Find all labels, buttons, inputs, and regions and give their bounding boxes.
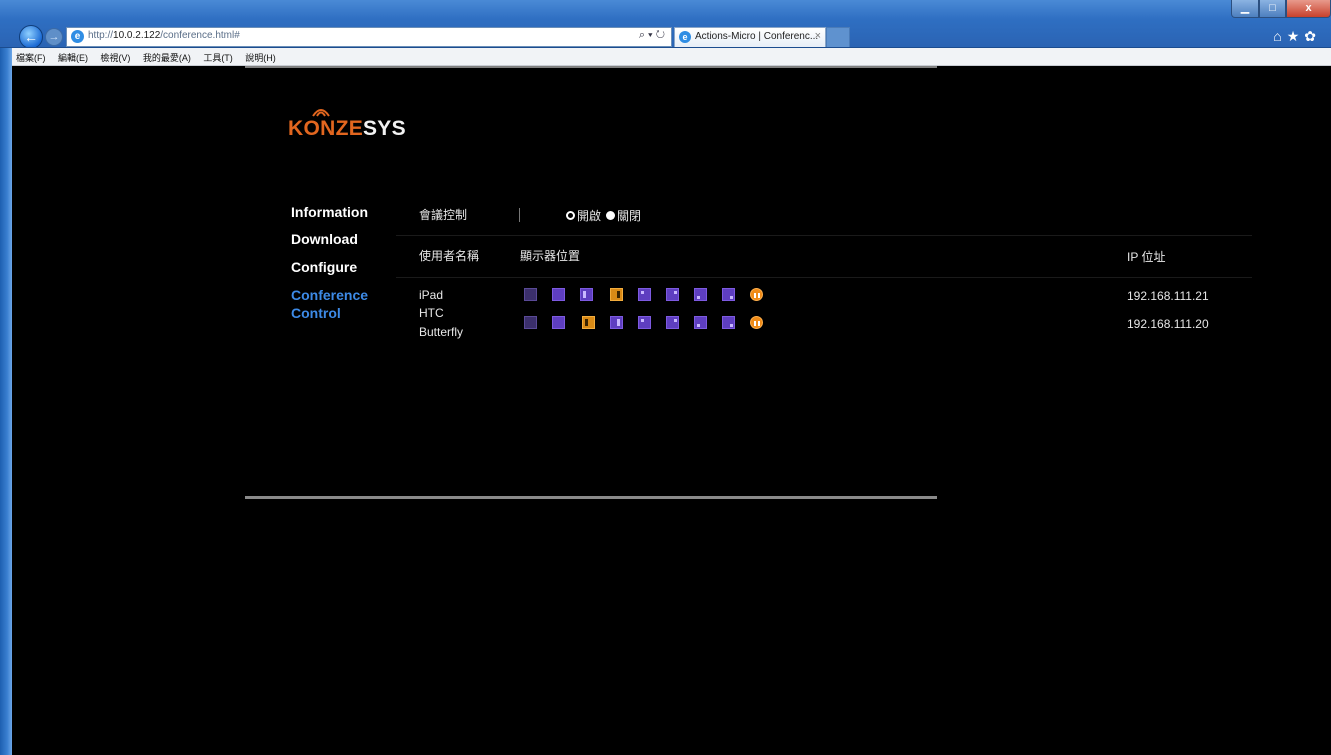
row-ip-address: 192.168.111.21 <box>1127 289 1209 303</box>
menu-favorites[interactable]: 我的最愛(A) <box>143 50 191 67</box>
ie-page-icon: e <box>71 30 84 43</box>
position-topleft-icon[interactable] <box>638 316 651 329</box>
radio-off-label: 關閉 <box>617 208 642 223</box>
position-left-icon[interactable] <box>582 316 595 329</box>
radio-off[interactable]: 關閉 <box>606 208 642 223</box>
position-right-icon[interactable] <box>610 288 623 301</box>
tab-title: Actions-Micro | Conferenc... <box>695 31 819 42</box>
menu-edit[interactable]: 編輯(E) <box>58 50 88 67</box>
nav-information[interactable]: Information <box>291 204 368 220</box>
nav-download[interactable]: Download <box>291 231 358 247</box>
position-bottomright-icon[interactable] <box>722 316 735 329</box>
title-bar: ← → e http://10.0.2.122/conference.html#… <box>0 0 1331 49</box>
address-url[interactable]: http://10.0.2.122/conference.html# <box>88 30 240 41</box>
row-user-name-line1: HTC <box>419 306 444 320</box>
row-user-name: iPad <box>419 288 444 302</box>
tab-conference[interactable]: e Actions-Micro | Conferenc... × <box>674 27 826 47</box>
menu-file[interactable]: 檔案(F) <box>16 50 46 67</box>
position-split-icon[interactable] <box>552 316 565 329</box>
row-user-name-line2: Butterfly <box>419 325 464 339</box>
logo-text-sys: SYS <box>363 117 406 140</box>
bottom-divider <box>245 496 937 499</box>
url-prefix: http:// <box>88 30 114 41</box>
radio-on-icon[interactable] <box>566 210 575 220</box>
window-frame-left <box>0 48 12 755</box>
top-divider <box>245 66 937 68</box>
vertical-divider <box>519 208 520 222</box>
menu-view[interactable]: 檢視(V) <box>100 50 130 67</box>
column-user-name: 使用者名稱 <box>419 249 480 263</box>
url-host: 10.0.2.122 <box>113 30 161 41</box>
minimize-button[interactable]: ▁ <box>1231 0 1259 18</box>
url-path: /conference.html# <box>160 30 240 41</box>
konzesys-logo: KONZESYS <box>288 109 406 141</box>
menu-tools[interactable]: 工具(T) <box>203 50 233 67</box>
search-refresh-icons[interactable]: ⌕ ▾ ↻ <box>639 29 665 42</box>
radio-off-icon[interactable] <box>606 210 615 220</box>
nav-configure[interactable]: Configure <box>291 259 357 275</box>
window-controls: ▁ □ x <box>1231 0 1331 20</box>
position-bottomleft-icon[interactable] <box>694 288 707 301</box>
home-favorites-settings-icons[interactable]: ⌂★✿ <box>1273 28 1321 45</box>
radio-on[interactable]: 開啟 <box>566 208 602 223</box>
position-bottomleft-icon[interactable] <box>694 316 707 329</box>
nav-conference-control[interactable]: Conference Control <box>291 286 381 322</box>
signal-icon <box>312 109 330 117</box>
column-ip-address: IP 位址 <box>1127 250 1166 264</box>
row-divider <box>396 277 1252 278</box>
ie-tab-icon: e <box>679 31 691 43</box>
position-right-icon[interactable] <box>610 316 623 329</box>
close-button[interactable]: x <box>1286 0 1331 18</box>
position-left-icon[interactable] <box>580 288 593 301</box>
pause-icon[interactable] <box>750 316 763 329</box>
position-topleft-icon[interactable] <box>638 288 651 301</box>
forward-button[interactable]: → <box>45 28 63 46</box>
menu-help[interactable]: 說明(H) <box>245 50 276 67</box>
browser-window: ← → e http://10.0.2.122/conference.html#… <box>0 0 1331 755</box>
logo-text-konze: KONZE <box>288 117 363 140</box>
position-topright-icon[interactable] <box>666 316 679 329</box>
new-tab-button[interactable] <box>826 27 850 48</box>
back-button[interactable]: ← <box>19 25 43 49</box>
menu-bar: 檔案(F) 編輯(E) 檢視(V) 我的最愛(A) 工具(T) 說明(H) <box>12 48 1331 66</box>
position-full-icon[interactable] <box>524 288 537 301</box>
conference-control-label: 會議控制 <box>419 208 468 222</box>
position-bottomright-icon[interactable] <box>722 288 735 301</box>
pause-icon[interactable] <box>750 288 763 301</box>
maximize-button[interactable]: □ <box>1259 0 1286 18</box>
header-divider <box>396 235 1252 236</box>
position-topright-icon[interactable] <box>666 288 679 301</box>
position-full-icon[interactable] <box>524 316 537 329</box>
position-split-icon[interactable] <box>552 288 565 301</box>
radio-on-label: 開啟 <box>577 208 602 223</box>
tab-close-icon[interactable]: × <box>815 30 821 42</box>
row-ip-address: 192.168.111.20 <box>1127 317 1209 331</box>
address-bar[interactable]: e http://10.0.2.122/conference.html# ⌕ ▾… <box>66 27 672 47</box>
column-display-position: 顯示器位置 <box>520 249 581 263</box>
